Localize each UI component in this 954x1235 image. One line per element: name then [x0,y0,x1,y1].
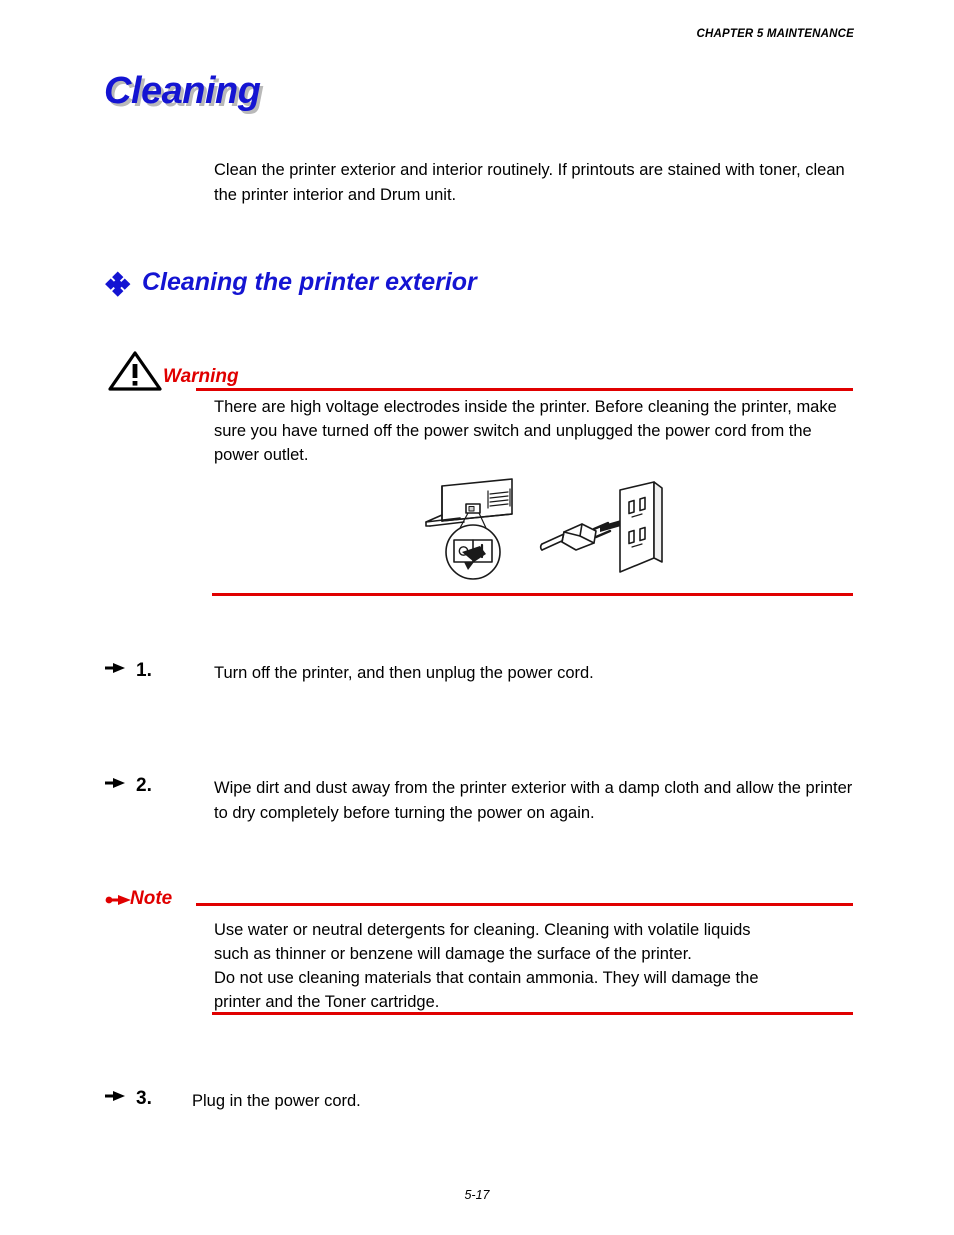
warning-top-rule [196,388,853,391]
note-label: Note [130,888,173,909]
note-body-line: printer and the Toner cartridge. [214,993,440,1011]
note-body-line: Do not use cleaning materials that conta… [214,969,759,987]
intro-paragraph: Clean the printer exterior and interior … [214,161,845,204]
warning-body: There are high voltage electrodes inside… [214,398,837,464]
step-3-text: Plug in the power cord. [192,1092,361,1110]
document-page: CHAPTER 5 MAINTENANCE Cleaning Clean the… [0,0,954,1235]
step-2-number: 2. [136,775,152,796]
note-bottom-rule [212,1012,853,1015]
running-header: CHAPTER 5 MAINTENANCE [696,28,854,40]
note-top-rule [196,903,853,906]
note-body: Use water or neutral detergents for clea… [214,918,859,1014]
step-1-text: Turn off the printer, and then unplug th… [214,664,594,682]
step-2-marker: 2. [104,775,152,797]
page-title: Cleaning [104,70,261,112]
warning-bottom-rule [212,593,853,596]
step-1-marker: 1. [104,660,152,682]
section-heading-label: Cleaning the printer exterior [142,268,477,296]
step-3-marker: 3. [104,1088,152,1110]
warning-label: Warning [163,366,239,387]
pointing-hand-icon [104,659,126,673]
note-body-line: such as thinner or benzene will damage t… [214,945,692,963]
power-switch-and-unplug-illustration [424,474,664,590]
pointing-hand-icon [104,1087,126,1101]
note-body-line: Use water or neutral detergents for clea… [214,921,751,939]
step-2-text: Wipe dirt and dust away from the printer… [214,779,853,822]
warning-triangle-icon [108,350,162,392]
floret-diamond-icon [105,270,131,296]
pointing-hand-icon [104,774,126,788]
page-footer: 5-17 [464,1188,490,1202]
step-1-number: 1. [136,660,152,681]
step-3-number: 3. [136,1088,152,1109]
section-heading: Cleaning the printer exterior [105,268,477,297]
